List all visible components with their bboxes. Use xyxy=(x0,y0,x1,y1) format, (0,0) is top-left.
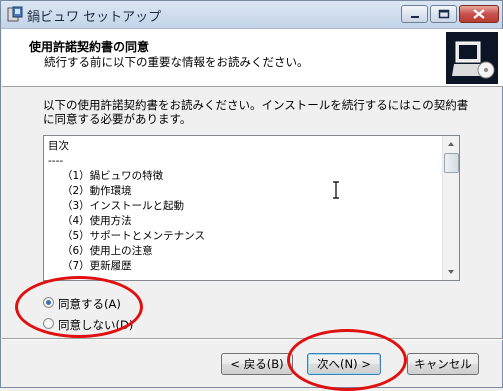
scroll-thumb[interactable] xyxy=(444,153,459,173)
license-line: （7）更新履歴 xyxy=(62,260,132,272)
minimize-icon xyxy=(411,16,419,18)
close-button[interactable] xyxy=(459,5,499,23)
close-icon xyxy=(473,9,485,19)
license-line: （2）動作環境 xyxy=(62,185,132,197)
scroll-up-arrow-icon[interactable] xyxy=(443,136,459,152)
license-content: 目次 ---- （1）鍋ビュワの特徴 （2）動作環境 （3）インストールと起動 … xyxy=(48,139,205,274)
radio-selected-icon[interactable] xyxy=(43,297,54,308)
installer-computer-icon xyxy=(446,32,498,84)
scroll-down-arrow-icon[interactable] xyxy=(443,264,459,280)
disagree-radio-label[interactable]: 同意しない(D) xyxy=(58,317,133,333)
license-line: ---- xyxy=(48,155,64,167)
license-line: （1）鍋ビュワの特徴 xyxy=(62,170,164,182)
license-line: （5）サポートとメンテナンス xyxy=(62,230,205,242)
page-subtitle: 続行する前に以下の重要な情報をお読みください。 xyxy=(44,55,309,69)
wizard-header: 使用許諾契約書の同意 続行する前に以下の重要な情報をお読みください。 xyxy=(2,29,503,87)
license-line: （6）使用上の注意 xyxy=(62,245,153,257)
title-bar[interactable]: 鍋ビュワ セットアップ xyxy=(1,1,502,29)
radio-unselected-icon[interactable] xyxy=(43,318,54,329)
window-title: 鍋ビュワ セットアップ xyxy=(27,10,162,25)
setup-app-icon xyxy=(7,6,23,22)
license-line: 目次 xyxy=(48,140,69,152)
page-title: 使用許諾契約書の同意 xyxy=(29,40,150,54)
footer-divider xyxy=(2,338,503,340)
license-instruction: 以下の使用許諾契約書をお読みください。インストールを続行するにはこの契約書に同意… xyxy=(43,98,469,126)
agree-radio-label[interactable]: 同意する(A) xyxy=(58,296,121,312)
maximize-icon xyxy=(438,9,450,19)
setup-window: 鍋ビュワ セットアップ 使用許諾契約書の同意 続行する前に以下の重要な情報をお読… xyxy=(0,0,503,391)
license-scrollbar[interactable] xyxy=(442,136,459,280)
maximize-button[interactable] xyxy=(430,5,457,23)
cancel-button[interactable]: キャンセル xyxy=(407,353,479,375)
next-button[interactable]: 次へ(N) > xyxy=(307,353,381,375)
license-line: （4）使用方法 xyxy=(62,215,132,227)
text-cursor-icon xyxy=(333,181,339,199)
back-button[interactable]: < 戻る(B) xyxy=(221,353,293,375)
license-line: （3）インストールと起動 xyxy=(62,200,184,212)
license-text-area[interactable]: 目次 ---- （1）鍋ビュワの特徴 （2）動作環境 （3）インストールと起動 … xyxy=(43,135,460,281)
minimize-button[interactable] xyxy=(401,5,428,23)
